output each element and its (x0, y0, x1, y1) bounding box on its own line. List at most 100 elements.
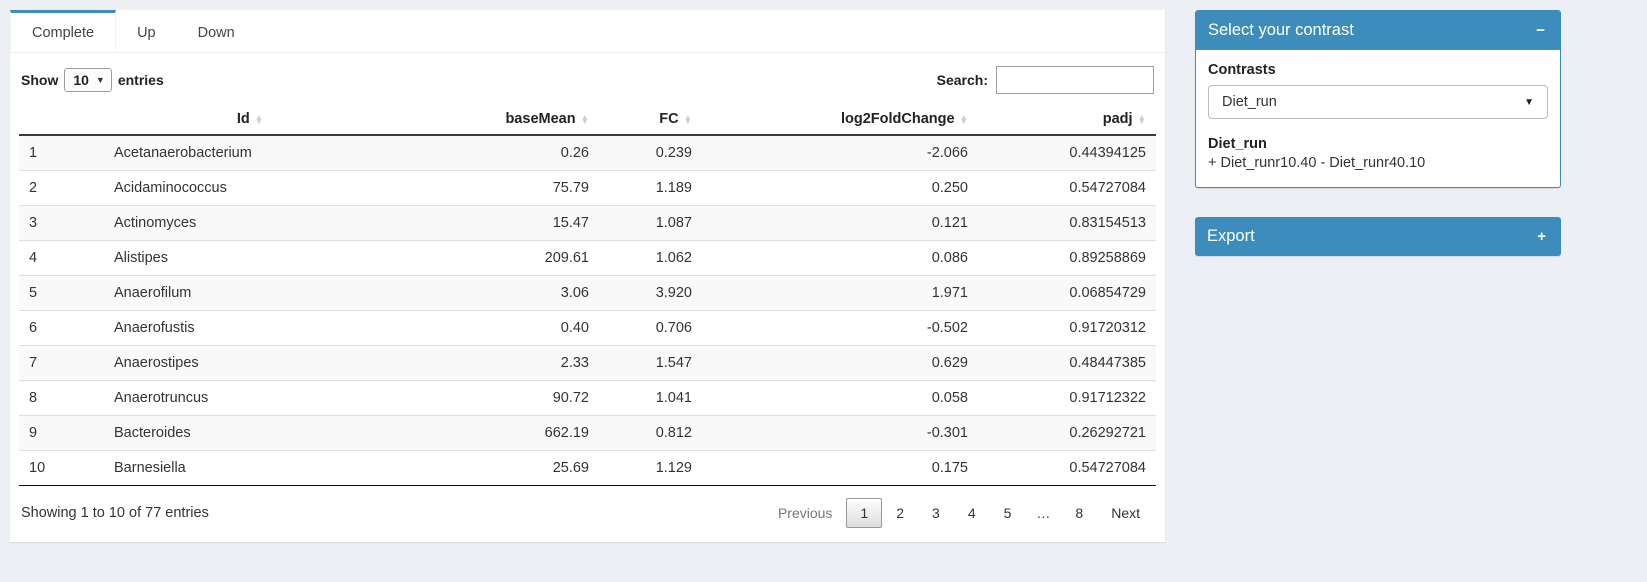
table-row[interactable]: 10Barnesiella25.691.1290.1750.54727084 (19, 451, 1156, 486)
results-table: Id ▲▼ baseMean ▲▼ FC (19, 104, 1156, 486)
page-length-control: Show 10 ▼ entries (21, 68, 164, 92)
contrast-detail-title: Diet_run (1208, 136, 1548, 152)
export-box-header[interactable]: Export + (1195, 217, 1561, 256)
dropdown-caret-icon: ▼ (1524, 97, 1534, 108)
contrast-detail: Diet_run + Diet_runr10.40 - Diet_runr40.… (1208, 136, 1548, 171)
cell-base-mean: 209.61 (396, 241, 599, 276)
header-basemean[interactable]: baseMean ▲▼ (396, 104, 599, 135)
collapse-minus-icon[interactable]: − (1533, 22, 1548, 39)
table-row[interactable]: 6Anaerofustis0.400.706-0.5020.91720312 (19, 311, 1156, 346)
results-tabbox: Complete Up Down Show 10 ▼ entries Searc… (10, 10, 1165, 542)
show-label: Show (21, 72, 58, 88)
cell-id: Actinomyces (104, 206, 396, 241)
tab-down[interactable]: Down (177, 10, 256, 52)
sort-icon: ▲▼ (1138, 115, 1146, 124)
contrast-box-header[interactable]: Select your contrast − (1196, 11, 1560, 50)
previous-button[interactable]: Previous (764, 498, 846, 528)
page-length-select[interactable]: 10 ▼ (64, 68, 112, 92)
cell-fc: 1.189 (599, 171, 702, 206)
cell-fc: 0.812 (599, 416, 702, 451)
cell-id: Anaerostipes (104, 346, 396, 381)
cell-id: Bacteroides (104, 416, 396, 451)
table-row[interactable]: 1Acetanaerobacterium0.260.239-2.0660.443… (19, 135, 1156, 171)
cell-fc: 0.706 (599, 311, 702, 346)
cell-padj: 0.26292721 (978, 416, 1156, 451)
table-footer: Showing 1 to 10 of 77 entries Previous 1… (19, 486, 1156, 528)
cell-base-mean: 25.69 (396, 451, 599, 486)
sort-icon: ▲▼ (684, 115, 692, 124)
sidebar: Select your contrast − Contrasts Diet_ru… (1195, 10, 1561, 256)
cell-log2fc: 0.086 (702, 241, 978, 276)
header-id[interactable]: Id ▲▼ (104, 104, 396, 135)
sort-icon: ▲▼ (960, 115, 968, 124)
table-row[interactable]: 9Bacteroides662.190.812-0.3010.26292721 (19, 416, 1156, 451)
cell-base-mean: 662.19 (396, 416, 599, 451)
contrast-detail-formula: + Diet_runr10.40 - Diet_runr40.10 (1208, 155, 1548, 171)
cell-log2fc: 0.121 (702, 206, 978, 241)
cell-log2fc: -0.502 (702, 311, 978, 346)
cell-base-mean: 2.33 (396, 346, 599, 381)
cell-id: Acidaminococcus (104, 171, 396, 206)
cell-fc: 1.547 (599, 346, 702, 381)
cell-index: 6 (19, 311, 104, 346)
cell-id: Anaerotruncus (104, 381, 396, 416)
cell-fc: 1.087 (599, 206, 702, 241)
cell-log2fc: 1.971 (702, 276, 978, 311)
contrast-select[interactable]: Diet_run ▼ (1208, 85, 1548, 119)
tab-bar: Complete Up Down (10, 10, 1165, 53)
table-header-row: Id ▲▼ baseMean ▲▼ FC (19, 104, 1156, 135)
select-caret-icon: ▼ (96, 75, 105, 85)
header-fc[interactable]: FC ▲▼ (599, 104, 702, 135)
cell-index: 7 (19, 346, 104, 381)
cell-log2fc: -2.066 (702, 135, 978, 171)
contrast-select-value: Diet_run (1222, 94, 1277, 110)
next-button[interactable]: Next (1097, 498, 1154, 528)
cell-base-mean: 75.79 (396, 171, 599, 206)
export-box-title: Export (1207, 227, 1255, 246)
tab-up[interactable]: Up (116, 10, 177, 52)
cell-fc: 1.041 (599, 381, 702, 416)
cell-index: 10 (19, 451, 104, 486)
table-row[interactable]: 7Anaerostipes2.331.5470.6290.48447385 (19, 346, 1156, 381)
search-label: Search: (937, 72, 988, 88)
cell-base-mean: 0.40 (396, 311, 599, 346)
cell-padj: 0.91720312 (978, 311, 1156, 346)
page-length-value: 10 (73, 72, 89, 88)
cell-index: 2 (19, 171, 104, 206)
table-row[interactable]: 8Anaerotruncus90.721.0410.0580.91712322 (19, 381, 1156, 416)
cell-base-mean: 15.47 (396, 206, 599, 241)
tab-content: Show 10 ▼ entries Search: (10, 53, 1165, 542)
cell-fc: 1.129 (599, 451, 702, 486)
cell-base-mean: 90.72 (396, 381, 599, 416)
expand-plus-icon[interactable]: + (1534, 228, 1549, 245)
cell-padj: 0.44394125 (978, 135, 1156, 171)
entries-label: entries (118, 72, 164, 88)
header-basemean-label: baseMean (505, 111, 575, 127)
page-button-2[interactable]: 2 (882, 498, 918, 528)
page-button-4[interactable]: 4 (954, 498, 990, 528)
header-log2fc[interactable]: log2FoldChange ▲▼ (702, 104, 978, 135)
cell-id: Anaerofustis (104, 311, 396, 346)
cell-index: 1 (19, 135, 104, 171)
table-row[interactable]: 2Acidaminococcus75.791.1890.2500.5472708… (19, 171, 1156, 206)
contrast-box: Select your contrast − Contrasts Diet_ru… (1195, 10, 1561, 188)
table-row[interactable]: 4Alistipes209.611.0620.0860.89258869 (19, 241, 1156, 276)
page-button-3[interactable]: 3 (918, 498, 954, 528)
page-ellipsis: … (1025, 498, 1061, 528)
page-button-8[interactable]: 8 (1061, 498, 1097, 528)
table-row[interactable]: 3Actinomyces15.471.0870.1210.83154513 (19, 206, 1156, 241)
cell-padj: 0.06854729 (978, 276, 1156, 311)
cell-padj: 0.54727084 (978, 171, 1156, 206)
page-button-1[interactable]: 1 (846, 498, 882, 528)
cell-log2fc: -0.301 (702, 416, 978, 451)
header-padj[interactable]: padj ▲▼ (978, 104, 1156, 135)
page-button-5[interactable]: 5 (990, 498, 1026, 528)
contrast-box-body: Contrasts Diet_run ▼ Diet_run + Diet_run… (1196, 50, 1560, 187)
table-row[interactable]: 5Anaerofilum3.063.9201.9710.06854729 (19, 276, 1156, 311)
cell-padj: 0.48447385 (978, 346, 1156, 381)
sort-icon: ▲▼ (255, 115, 263, 124)
search-input[interactable] (996, 66, 1154, 94)
table-info: Showing 1 to 10 of 77 entries (21, 505, 209, 521)
header-index (19, 104, 104, 135)
tab-complete[interactable]: Complete (10, 10, 116, 52)
